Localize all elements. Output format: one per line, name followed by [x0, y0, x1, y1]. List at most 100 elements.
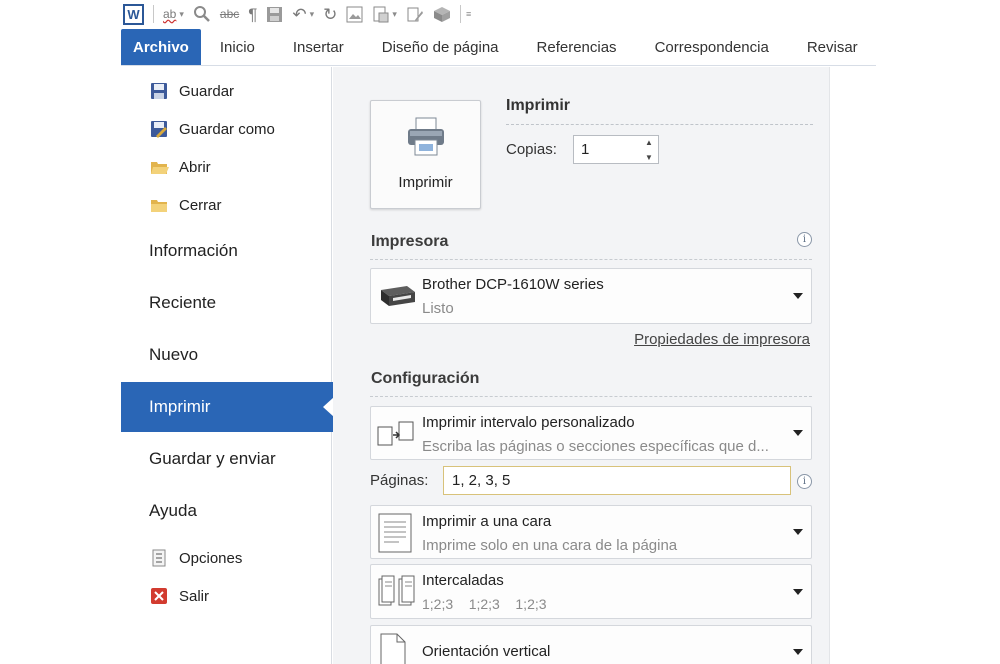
- nav-section-label: Información: [149, 241, 238, 260]
- print-heading: Imprimir: [506, 97, 571, 114]
- pages-info-icon[interactable]: i: [797, 474, 812, 489]
- spelling-dropdown-icon[interactable]: ▾: [179, 9, 184, 20]
- tab-revisar[interactable]: Revisar: [788, 29, 858, 65]
- tab-referencias[interactable]: Referencias: [518, 29, 636, 65]
- open-folder-icon: [149, 157, 169, 177]
- printer-info-icon[interactable]: i: [797, 232, 812, 247]
- printer-name: Brother DCP-1610W series: [422, 276, 604, 293]
- print-button[interactable]: Imprimir: [370, 100, 481, 209]
- nav-section-reciente[interactable]: Reciente: [121, 278, 332, 328]
- printer-properties-link[interactable]: Propiedades de impresora: [634, 331, 810, 348]
- nav-command-label: Salir: [179, 587, 210, 605]
- copies-spinner[interactable]: ▲ ▼: [643, 138, 655, 162]
- toolbar-separator: [153, 5, 154, 23]
- printer-status: Listo: [422, 300, 454, 317]
- chevron-down-icon: [793, 649, 803, 655]
- nav-command-label: Opciones: [179, 549, 243, 567]
- nav-section-label: Imprimir: [149, 397, 211, 416]
- paragraph-mark-icon[interactable]: ¶: [248, 6, 257, 23]
- ribbon-tabs: Archivo Inicio Insertar Diseño de página…: [121, 29, 876, 66]
- clear-format-icon[interactable]: [406, 6, 424, 23]
- chevron-down-icon: [793, 430, 803, 436]
- strikethrough-icon[interactable]: abc: [220, 8, 239, 20]
- nav-section-label: Guardar y enviar: [149, 449, 276, 468]
- tab-archivo[interactable]: Archivo: [121, 29, 201, 65]
- find-icon[interactable]: [193, 5, 211, 23]
- nav-command-abrir[interactable]: Abrir: [149, 152, 211, 182]
- print-sides-subtitle: Imprime solo en una cara de la página: [422, 537, 678, 554]
- nav-section-label: Nuevo: [149, 345, 199, 364]
- undo-icon[interactable]: ↶: [292, 6, 306, 23]
- tab-insertar[interactable]: Insertar: [274, 29, 363, 65]
- divider: [370, 259, 812, 260]
- nav-command-label: Cerrar: [179, 196, 222, 214]
- spelling-icon[interactable]: ab: [163, 8, 176, 20]
- pages-input[interactable]: 1, 2, 3, 5: [443, 466, 791, 495]
- printer-dropdown[interactable]: Brother DCP-1610W series Listo: [370, 268, 812, 324]
- save-as-icon: [149, 119, 169, 139]
- tab-correspondencia[interactable]: Correspondencia: [636, 29, 788, 65]
- nav-section-label: Reciente: [149, 293, 217, 312]
- customize-toolbar-icon[interactable]: ≡: [466, 9, 471, 19]
- divider: [370, 396, 812, 397]
- print-settings-pane: Imprimir Imprimir Copias: 1 ▲ ▼ Impresor…: [333, 67, 829, 664]
- nav-section-ayuda[interactable]: Ayuda: [121, 486, 332, 536]
- toolbar-separator: [459, 5, 461, 23]
- nav-section-imprimir[interactable]: Imprimir: [121, 382, 334, 432]
- nav-section-informacion[interactable]: Información: [121, 226, 332, 276]
- settings-heading: Configuración: [371, 370, 480, 387]
- collate-title: Intercaladas: [422, 572, 504, 589]
- spin-down-icon[interactable]: ▼: [645, 153, 653, 162]
- exit-icon: [149, 586, 169, 606]
- pane-border: [829, 67, 830, 664]
- undo-dropdown-icon[interactable]: ▾: [310, 9, 315, 20]
- collated-icon: [377, 574, 421, 613]
- print-range-dropdown[interactable]: Imprimir intervalo personalizado Escriba…: [370, 406, 812, 460]
- divider: [506, 124, 813, 125]
- word-logo-icon[interactable]: W: [123, 3, 144, 25]
- one-sided-icon: [377, 512, 413, 559]
- printer-icon: [405, 115, 447, 162]
- pages-label: Páginas:: [370, 472, 429, 489]
- chevron-down-icon: [793, 589, 803, 595]
- nav-command-label: Guardar como: [179, 120, 275, 138]
- insert-object-icon[interactable]: [433, 6, 451, 23]
- pages-value: 1, 2, 3, 5: [452, 472, 511, 489]
- printer-device-icon: [377, 282, 417, 315]
- spin-up-icon[interactable]: ▲: [645, 138, 653, 147]
- page-range-icon: [377, 421, 419, 452]
- copies-label: Copias:: [506, 141, 557, 158]
- copies-value: 1: [581, 141, 590, 158]
- backstage-nav: Guardar Guardar como Abrir Cerrar Inform…: [121, 67, 334, 664]
- options-icon: [149, 548, 169, 568]
- print-button-label: Imprimir: [398, 174, 453, 191]
- print-range-title: Imprimir intervalo personalizado: [422, 414, 635, 431]
- nav-command-guardar-como[interactable]: Guardar como: [149, 114, 275, 144]
- nav-command-cerrar[interactable]: Cerrar: [149, 190, 222, 220]
- collate-subtitle: 1;2;3 1;2;3 1;2;3: [422, 596, 547, 612]
- collate-dropdown[interactable]: Intercaladas 1;2;3 1;2;3 1;2;3: [370, 564, 812, 619]
- print-range-subtitle: Escriba las páginas o secciones específi…: [422, 438, 769, 455]
- quick-access-toolbar: W ab ▾ abc ¶ ↶ ▾ ↻ ▾ ≡: [121, 0, 881, 28]
- nav-command-salir[interactable]: Salir: [149, 581, 209, 611]
- tab-inicio[interactable]: Inicio: [201, 29, 274, 65]
- image-icon[interactable]: [346, 6, 363, 23]
- nav-command-label: Guardar: [179, 82, 235, 100]
- page-layout-dropdown-icon[interactable]: ▾: [392, 9, 397, 20]
- redo-icon[interactable]: ↻: [323, 6, 337, 23]
- copies-stepper[interactable]: 1 ▲ ▼: [573, 135, 659, 164]
- nav-section-nuevo[interactable]: Nuevo: [121, 330, 332, 380]
- tab-diseno-de-pagina[interactable]: Diseño de página: [363, 29, 518, 65]
- print-sides-title: Imprimir a una cara: [422, 513, 552, 530]
- nav-command-label: Abrir: [179, 158, 211, 176]
- chevron-down-icon: [793, 529, 803, 535]
- save-icon[interactable]: [266, 6, 283, 23]
- orientation-dropdown[interactable]: Orientación vertical: [370, 625, 812, 664]
- nav-command-guardar[interactable]: Guardar: [149, 76, 234, 106]
- save-icon: [149, 81, 169, 101]
- nav-command-opciones[interactable]: Opciones: [149, 543, 242, 573]
- nav-section-guardar-y-enviar[interactable]: Guardar y enviar: [121, 434, 332, 484]
- close-folder-icon: [149, 195, 169, 215]
- page-layout-icon[interactable]: [372, 6, 389, 23]
- print-sides-dropdown[interactable]: Imprimir a una cara Imprime solo en una …: [370, 505, 812, 559]
